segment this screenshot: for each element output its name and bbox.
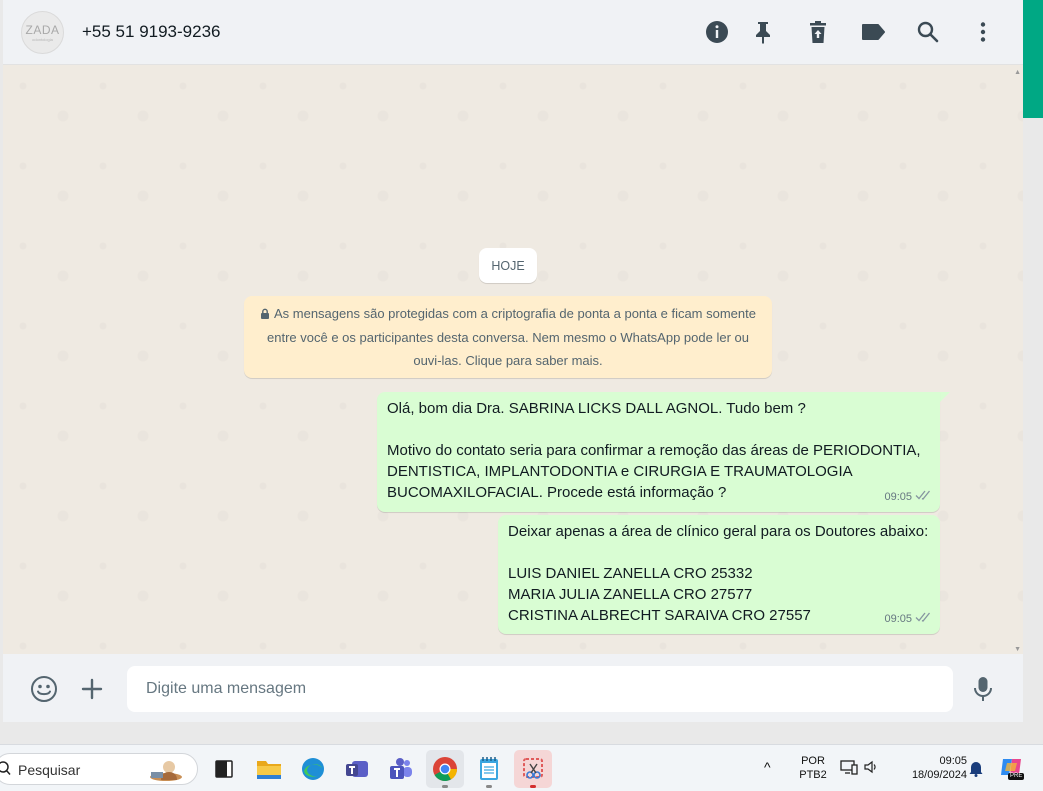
screen: ZADA odontologia +55 51 9193-9236 ▲ HOJE…: [0, 0, 1043, 791]
message-meta: 09:05: [884, 487, 932, 508]
message-meta: 09:05: [884, 609, 932, 630]
notification-bell-icon[interactable]: [968, 759, 984, 781]
menu-icon[interactable]: [970, 19, 996, 45]
double-check-icon: [915, 609, 932, 630]
message-line: BUCOMAXILOFACIAL. Procede está informaçã…: [387, 484, 727, 501]
keyboard-layout-label: PTB2: [799, 769, 827, 781]
message-line: [387, 419, 930, 440]
date-separator: HOJE: [479, 248, 537, 283]
clock-time: 09:05: [939, 755, 967, 767]
message-line: CRISTINA ALBRECHT SARAIVA CRO 27557: [508, 607, 811, 624]
lock-icon: [260, 303, 270, 326]
running-indicator: [442, 785, 448, 788]
snipping-tool-icon[interactable]: [514, 750, 552, 788]
message-line: [508, 542, 930, 563]
double-check-icon: [915, 487, 932, 508]
avatar-logo-subtext: odontologia: [32, 37, 53, 42]
emoji-icon[interactable]: [29, 674, 59, 704]
delete-icon[interactable]: [805, 19, 831, 45]
encryption-text: As mensagens são protegidas com a cripto…: [267, 306, 756, 368]
scroll-up-arrow-icon[interactable]: ▲: [1014, 69, 1021, 76]
microphone-icon[interactable]: [968, 674, 998, 704]
scroll-down-arrow-icon[interactable]: ▼: [1014, 646, 1021, 653]
message-line: LUIS DANIEL ZANELLA CRO 25332: [508, 565, 753, 582]
pin-icon[interactable]: [750, 19, 776, 45]
search-icon[interactable]: [915, 19, 941, 45]
contact-avatar[interactable]: ZADA odontologia: [21, 11, 64, 54]
message-time: 09:05: [884, 613, 912, 625]
message-line: Deixar apenas a área de clínico geral pa…: [508, 523, 929, 540]
message-time: 09:05: [884, 491, 912, 503]
avatar-logo-text: ZADA: [25, 23, 60, 37]
plus-icon[interactable]: [77, 674, 107, 704]
contact-name[interactable]: +55 51 9193-9236: [82, 22, 221, 42]
task-view-icon[interactable]: [205, 750, 243, 788]
taskbar: Pesquisar ^ POR PTB2 09:05 18/09/2024 PR…: [0, 744, 1043, 791]
search-highlight-icon: [147, 758, 185, 782]
bubble-tail: [940, 392, 950, 402]
info-icon[interactable]: [704, 19, 730, 45]
chrome-icon[interactable]: [426, 750, 464, 788]
clock-date: 18/09/2024: [911, 769, 967, 781]
running-indicator: [530, 785, 536, 788]
file-explorer-icon[interactable]: [250, 750, 288, 788]
chat-header: ZADA odontologia +55 51 9193-9236: [3, 0, 1023, 65]
message-input[interactable]: [127, 666, 953, 712]
whatsapp-chat-window: ZADA odontologia +55 51 9193-9236 ▲ HOJE…: [3, 0, 1023, 722]
search-placeholder: Pesquisar: [18, 762, 81, 778]
message-list[interactable]: ▲ HOJE As mensagens são protegidas com a…: [3, 66, 1023, 654]
teams-icon[interactable]: [338, 750, 376, 788]
outgoing-message[interactable]: Olá, bom dia Dra. SABRINA LICKS DALL AGN…: [377, 392, 940, 512]
clock[interactable]: 09:05 18/09/2024: [893, 754, 967, 782]
copilot-icon[interactable]: PRE: [998, 755, 1026, 783]
search-icon: [0, 760, 11, 779]
message-composer: [3, 654, 1023, 722]
edge-browser-icon[interactable]: [294, 750, 332, 788]
message-line: MARIA JULIA ZANELLA CRO 27577: [508, 586, 753, 603]
message-line: DENTISTICA, IMPLANTODONTIA e CIRURGIA E …: [387, 463, 853, 480]
volume-icon[interactable]: [863, 759, 879, 779]
label-icon[interactable]: [860, 19, 886, 45]
tray-chevron-up-icon[interactable]: ^: [764, 760, 771, 774]
taskbar-search[interactable]: Pesquisar: [0, 753, 198, 785]
message-line: Olá, bom dia Dra. SABRINA LICKS DALL AGN…: [387, 400, 806, 417]
network-icon[interactable]: [840, 759, 858, 779]
running-indicator: [486, 785, 492, 788]
notepad-icon[interactable]: [470, 750, 508, 788]
accent-strip: [1023, 0, 1043, 118]
language-indicator[interactable]: POR PTB2: [796, 754, 830, 782]
outgoing-message[interactable]: Deixar apenas a área de clínico geral pa…: [498, 515, 940, 634]
teams-work-icon[interactable]: [382, 750, 420, 788]
encryption-notice[interactable]: As mensagens são protegidas com a cripto…: [244, 296, 772, 378]
language-label: POR: [801, 755, 825, 767]
message-line: Motivo do contato seria para confirmar a…: [387, 442, 921, 459]
preview-badge: PRE: [1008, 773, 1025, 780]
